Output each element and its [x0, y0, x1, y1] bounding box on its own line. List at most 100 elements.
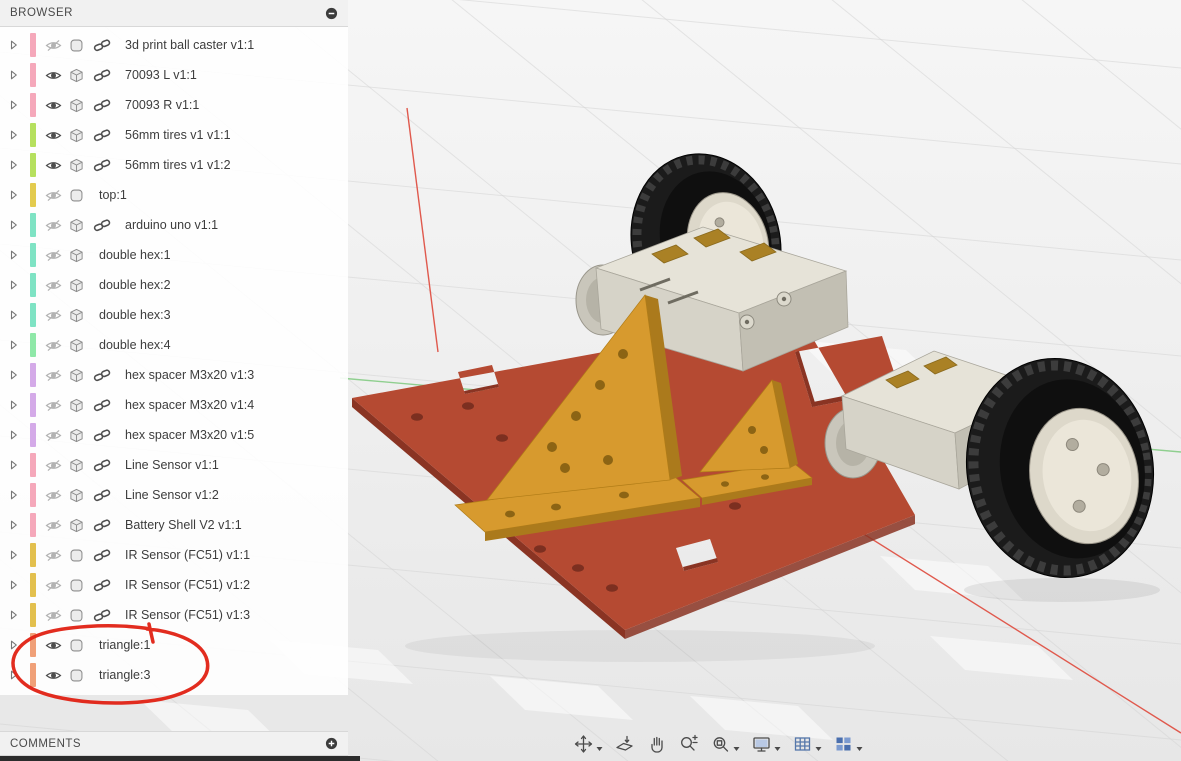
expand-arrow-icon[interactable]	[10, 130, 26, 140]
look-at-tool[interactable]	[614, 733, 636, 755]
pan-tool[interactable]	[646, 733, 668, 755]
browser-item-battery-shell-v2-v1-1[interactable]: Battery Shell V2 v1:1	[0, 510, 348, 540]
link-icon	[93, 578, 119, 592]
comments-panel-header[interactable]: COMMENTS	[0, 731, 348, 756]
expand-arrow-icon[interactable]	[10, 280, 26, 290]
link-icon	[93, 218, 119, 232]
browser-item-hex-spacer-m3x20-v1-3[interactable]: hex spacer M3x20 v1:3	[0, 360, 348, 390]
expand-arrow-icon[interactable]	[10, 400, 26, 410]
expand-arrow-icon[interactable]	[10, 100, 26, 110]
expand-arrow-icon[interactable]	[10, 70, 26, 80]
browser-item-hex-spacer-m3x20-v1-4[interactable]: hex spacer M3x20 v1:4	[0, 390, 348, 420]
visibility-eye-icon[interactable]	[45, 609, 69, 622]
link-icon	[93, 368, 119, 382]
visibility-eye-icon[interactable]	[45, 249, 69, 262]
visibility-eye-icon[interactable]	[45, 69, 69, 82]
display-settings-tool[interactable]	[751, 733, 782, 755]
component-label: triangle:1	[99, 638, 150, 652]
dropdown-caret-icon	[597, 747, 603, 751]
collapse-all-icon[interactable]	[325, 7, 338, 20]
browser-tree: 3d print ball caster v1:1	[0, 27, 348, 695]
visibility-eye-icon[interactable]	[45, 429, 69, 442]
expand-arrow-icon[interactable]	[10, 460, 26, 470]
expand-arrow-icon[interactable]	[10, 250, 26, 260]
browser-item-triangle-1[interactable]: triangle:1	[0, 630, 348, 660]
expand-arrow-icon[interactable]	[10, 580, 26, 590]
link-icon	[93, 548, 119, 562]
expand-arrow-icon[interactable]	[10, 310, 26, 320]
visibility-eye-icon[interactable]	[45, 459, 69, 472]
expand-arrow-icon[interactable]	[10, 340, 26, 350]
browser-item-3d-print-ball-caster-v1-1[interactable]: 3d print ball caster v1:1	[0, 30, 348, 60]
visibility-eye-icon[interactable]	[45, 579, 69, 592]
browser-item-line-sensor-v1-2[interactable]: Line Sensor v1:2	[0, 480, 348, 510]
browser-item-ir-sensor-fc51-v1-2[interactable]: IR Sensor (FC51) v1:2	[0, 570, 348, 600]
orbit-icon	[574, 734, 594, 754]
component-color-swatch	[30, 423, 36, 447]
visibility-eye-icon[interactable]	[45, 369, 69, 382]
fit-tool[interactable]	[710, 733, 741, 755]
expand-arrow-icon[interactable]	[10, 190, 26, 200]
timeline-stub	[0, 756, 360, 761]
viewports-tool[interactable]	[833, 733, 864, 755]
visibility-eye-icon[interactable]	[45, 489, 69, 502]
visibility-eye-icon[interactable]	[45, 639, 69, 652]
browser-item-70093-r-v1-1[interactable]: 70093 R v1:1	[0, 90, 348, 120]
robot-model[interactable]	[352, 138, 1171, 639]
expand-arrow-icon[interactable]	[10, 220, 26, 230]
browser-item-70093-l-v1-1[interactable]: 70093 L v1:1	[0, 60, 348, 90]
expand-arrow-icon[interactable]	[10, 430, 26, 440]
component-label: IR Sensor (FC51) v1:1	[125, 548, 250, 562]
browser-item-double-hex-3[interactable]: double hex:3	[0, 300, 348, 330]
browser-item-double-hex-2[interactable]: double hex:2	[0, 270, 348, 300]
browser-item-double-hex-1[interactable]: double hex:1	[0, 240, 348, 270]
visibility-eye-icon[interactable]	[45, 399, 69, 412]
visibility-eye-icon[interactable]	[45, 99, 69, 112]
visibility-eye-icon[interactable]	[45, 39, 69, 52]
browser-item-double-hex-4[interactable]: double hex:4	[0, 330, 348, 360]
visibility-eye-icon[interactable]	[45, 129, 69, 142]
browser-item-ir-sensor-fc51-v1-3[interactable]: IR Sensor (FC51) v1:3	[0, 600, 348, 630]
expand-arrow-icon[interactable]	[10, 670, 26, 680]
browser-item-line-sensor-v1-1[interactable]: Line Sensor v1:1	[0, 450, 348, 480]
visibility-eye-icon[interactable]	[45, 549, 69, 562]
browser-item-top-1[interactable]: top:1	[0, 180, 348, 210]
expand-arrow-icon[interactable]	[10, 550, 26, 560]
browser-item-ir-sensor-fc51-v1-1[interactable]: IR Sensor (FC51) v1:1	[0, 540, 348, 570]
expand-arrow-icon[interactable]	[10, 520, 26, 530]
browser-item-arduino-uno-v1-1[interactable]: arduino uno v1:1	[0, 210, 348, 240]
component-color-swatch	[30, 393, 36, 417]
expand-arrow-icon[interactable]	[10, 490, 26, 500]
component-color-swatch	[30, 303, 36, 327]
browser-item-56mm-tires-v1-v1-2[interactable]: 56mm tires v1 v1:2	[0, 150, 348, 180]
component-label: hex spacer M3x20 v1:4	[125, 398, 254, 412]
visibility-eye-icon[interactable]	[45, 669, 69, 682]
visibility-eye-icon[interactable]	[45, 519, 69, 532]
component-icon	[69, 128, 93, 143]
visibility-eye-icon[interactable]	[45, 219, 69, 232]
browser-panel-header[interactable]: BROWSER	[0, 0, 348, 27]
zoom-tool[interactable]	[678, 733, 700, 755]
visibility-eye-icon[interactable]	[45, 309, 69, 322]
browser-item-56mm-tires-v1-v1-1[interactable]: 56mm tires v1 v1:1	[0, 120, 348, 150]
pan-icon	[647, 734, 667, 754]
browser-item-triangle-3[interactable]: triangle:3	[0, 660, 348, 690]
browser-item-hex-spacer-m3x20-v1-5[interactable]: hex spacer M3x20 v1:5	[0, 420, 348, 450]
visibility-eye-icon[interactable]	[45, 279, 69, 292]
visibility-eye-icon[interactable]	[45, 339, 69, 352]
component-color-swatch	[30, 603, 36, 627]
visibility-eye-icon[interactable]	[45, 189, 69, 202]
link-icon	[93, 98, 119, 112]
add-comment-icon[interactable]	[325, 737, 338, 750]
component-icon	[69, 488, 93, 503]
expand-arrow-icon[interactable]	[10, 610, 26, 620]
expand-arrow-icon[interactable]	[10, 370, 26, 380]
expand-arrow-icon[interactable]	[10, 40, 26, 50]
expand-arrow-icon[interactable]	[10, 640, 26, 650]
orbit-tool[interactable]	[573, 733, 604, 755]
expand-arrow-icon[interactable]	[10, 160, 26, 170]
grid-and-snaps-tool[interactable]	[792, 733, 823, 755]
link-icon	[93, 488, 119, 502]
component-label: 70093 R v1:1	[125, 98, 199, 112]
visibility-eye-icon[interactable]	[45, 159, 69, 172]
